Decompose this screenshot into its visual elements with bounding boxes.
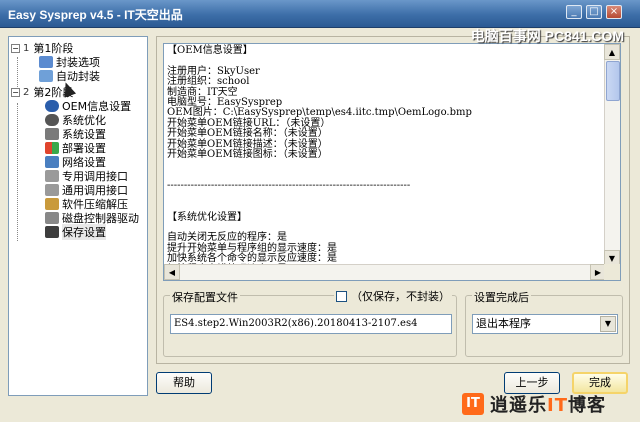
- tree-stage-1[interactable]: − 1 第1阶段: [11, 41, 73, 55]
- stage-number: 1: [23, 42, 30, 54]
- settings-icon: [45, 128, 59, 140]
- plug-icon: [45, 170, 59, 182]
- save-only-option[interactable]: （仅保存，不封装）: [334, 288, 452, 304]
- summary-line: 【系统优化设置】: [167, 211, 247, 223]
- summary-line: 加快系统各个命令的显示反应速度：是: [167, 253, 337, 265]
- tree-item-compress[interactable]: 软件压缩解压: [45, 197, 128, 211]
- client-area: − 1 第1阶段 封装选项 自动封装 − 2 第2阶段 OEM信息设置 系统优化…: [0, 28, 640, 422]
- horizontal-scrollbar[interactable]: ◀ ▶: [164, 264, 606, 280]
- blog-logo: IT 逍遥乐IT博客: [462, 390, 606, 418]
- summary-line: [167, 192, 605, 202]
- save-only-checkbox[interactable]: [336, 290, 347, 302]
- network-icon: [45, 156, 59, 168]
- tree-item-label: 保存设置: [62, 224, 106, 240]
- tree-item-disk-driver[interactable]: 磁盘控制器驱动: [45, 211, 139, 225]
- collapse-icon[interactable]: −: [11, 43, 20, 53]
- close-button[interactable]: ×: [606, 5, 622, 19]
- disk-icon: [45, 212, 59, 224]
- tree-item-network[interactable]: 网络设置: [45, 155, 106, 169]
- scroll-corner: [604, 264, 620, 280]
- tree-item-common-api[interactable]: 通用调用接口: [45, 183, 128, 197]
- save-only-label: （仅保存，不封装）: [351, 290, 450, 303]
- window-title: Easy Sysprep v4.5 - IT天空出品: [8, 8, 183, 22]
- after-finish-select[interactable]: 退出本程序 ▼: [472, 314, 618, 334]
- tree-item-deploy[interactable]: 部署设置: [45, 141, 106, 155]
- after-finish-legend: 设置完成后: [472, 289, 531, 305]
- maximize-button[interactable]: □: [586, 5, 602, 19]
- vertical-scrollbar[interactable]: ▲ ▼: [604, 44, 620, 266]
- save-config-group: 保存配置文件 （仅保存，不封装） ES4.step2.Win2003R2(x86…: [163, 288, 457, 357]
- arrow-icon: [39, 70, 53, 82]
- summary-line: [167, 160, 605, 170]
- tree-item-label: 自动封装: [56, 70, 100, 83]
- archive-icon: [45, 198, 59, 210]
- monitor-icon: [39, 56, 53, 68]
- tree-item-save[interactable]: 保存设置: [45, 224, 106, 240]
- windows-icon: [45, 142, 59, 154]
- after-finish-group: 设置完成后 退出本程序 ▼: [465, 289, 623, 357]
- scroll-left-icon[interactable]: ◀: [164, 264, 180, 280]
- tree-item-package-options[interactable]: 封装选项: [39, 55, 100, 69]
- summary-panel: 【OEM信息设置】 注册用户：SkyUser 注册组织：school 制造商：IT天…: [156, 36, 630, 364]
- navigation-tree[interactable]: − 1 第1阶段 封装选项 自动封装 − 2 第2阶段 OEM信息设置 系统优化…: [8, 36, 148, 396]
- summary-line: ----------------------------------------…: [167, 180, 411, 192]
- tree-item-system[interactable]: 系统设置: [45, 127, 106, 141]
- summary-line: 开始菜单OEM链接图标：（未设置）: [167, 149, 328, 161]
- minimize-button[interactable]: _: [566, 5, 582, 19]
- scroll-thumb[interactable]: [606, 61, 620, 101]
- collapse-icon[interactable]: −: [11, 87, 20, 97]
- save-icon: [45, 226, 59, 238]
- save-config-legend: 保存配置文件: [170, 289, 240, 305]
- tree-item-private-api[interactable]: 专用调用接口: [45, 169, 128, 183]
- summary-textbox[interactable]: 【OEM信息设置】 注册用户：SkyUser 注册组织：school 制造商：IT天…: [163, 43, 621, 281]
- scroll-up-icon[interactable]: ▲: [604, 44, 620, 60]
- tree-item-oem[interactable]: OEM信息设置: [45, 99, 131, 113]
- tree-item-optimize[interactable]: 系统优化: [45, 113, 106, 127]
- logo-text-highlight: IT: [547, 395, 568, 416]
- summary-line: [167, 202, 605, 212]
- info-icon: [45, 100, 59, 112]
- logo-text-part1: 逍遥乐: [490, 395, 547, 416]
- chevron-down-icon[interactable]: ▼: [600, 316, 616, 332]
- title-bar: Easy Sysprep v4.5 - IT天空出品 _ □ × 电脑百事网 P…: [0, 0, 640, 44]
- plug-icon: [45, 184, 59, 196]
- help-button[interactable]: 帮助: [156, 372, 212, 394]
- logo-mark: IT: [462, 393, 484, 415]
- logo-text-part2: 博客: [567, 395, 606, 416]
- after-finish-value: 退出本程序: [476, 317, 531, 330]
- config-file-input[interactable]: ES4.step2.Win2003R2(x86).20180413-2107.e…: [170, 314, 452, 334]
- summary-text: 【OEM信息设置】 注册用户：SkyUser 注册组织：school 制造商：IT天…: [167, 45, 605, 275]
- gear-icon: [45, 114, 59, 126]
- watermark-text: 电脑百事网 PC841.COM: [470, 28, 624, 44]
- summary-line: 【OEM信息设置】: [167, 45, 253, 56]
- logo-text: 逍遥乐IT博客: [490, 391, 606, 417]
- stage-number: 2: [23, 86, 30, 98]
